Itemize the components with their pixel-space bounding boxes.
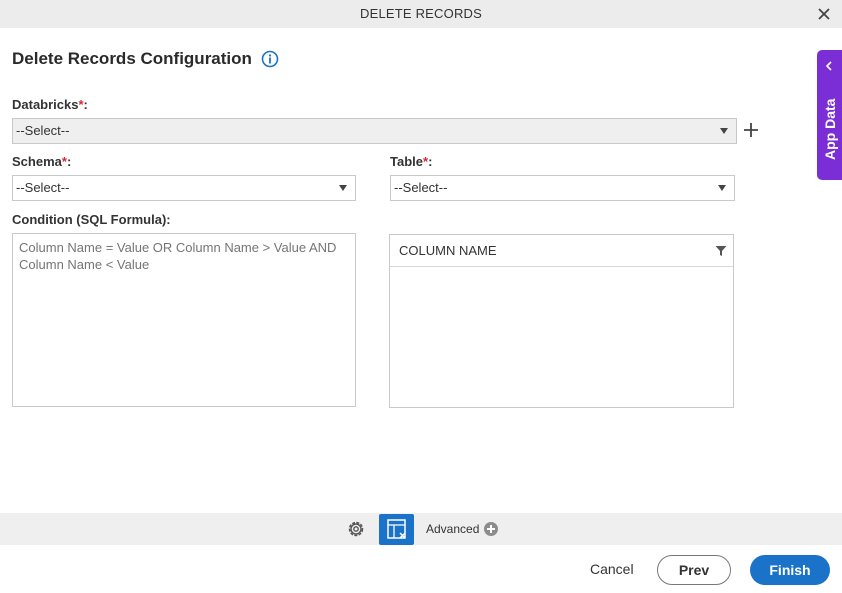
chevron-left-icon: [825, 61, 832, 71]
prev-button[interactable]: Prev: [657, 555, 731, 585]
schema-select-value: --Select--: [16, 180, 70, 195]
label-colon: :: [83, 97, 88, 112]
chevron-down-icon: [720, 128, 728, 134]
delete-records-icon: [387, 519, 406, 539]
page-title: Delete Records Configuration: [12, 49, 279, 69]
dialog-titlebar: DELETE RECORDS: [0, 0, 842, 28]
databricks-label-text: Databricks: [12, 97, 79, 112]
plus-circle-icon: [484, 522, 499, 536]
bottom-toolbar: [0, 513, 842, 545]
advanced-toggle[interactable]: Advanced: [426, 522, 499, 536]
finish-button[interactable]: Finish: [750, 555, 830, 585]
dialog-title: DELETE RECORDS: [360, 6, 482, 21]
condition-label: Condition (SQL Formula):: [12, 212, 171, 227]
gear-icon[interactable]: [346, 519, 366, 539]
chevron-down-icon: [339, 185, 347, 191]
column-name-header-text: COLUMN NAME: [399, 243, 497, 258]
schema-label-text: Schema: [12, 154, 62, 169]
databricks-label: Databricks*:: [12, 97, 88, 112]
delete-records-tool-button[interactable]: [379, 514, 414, 545]
databricks-select[interactable]: --Select--: [12, 118, 737, 144]
page-title-text: Delete Records Configuration: [12, 49, 252, 68]
close-icon[interactable]: [816, 6, 832, 22]
chevron-down-icon: [718, 185, 726, 191]
databricks-select-value: --Select--: [16, 123, 70, 138]
schema-label: Schema*:: [12, 154, 71, 169]
label-colon: :: [428, 154, 433, 169]
cancel-button[interactable]: Cancel: [590, 561, 634, 577]
schema-select[interactable]: --Select--: [12, 175, 356, 201]
app-data-label: App Data: [822, 98, 838, 160]
table-label: Table*:: [390, 154, 432, 169]
table-select[interactable]: --Select--: [390, 175, 735, 201]
advanced-label: Advanced: [426, 522, 480, 536]
table-select-value: --Select--: [394, 180, 448, 195]
column-name-grid[interactable]: COLUMN NAME: [389, 234, 734, 408]
add-icon[interactable]: [742, 121, 760, 139]
column-name-header: COLUMN NAME: [390, 235, 733, 267]
table-label-text: Table: [390, 154, 423, 169]
condition-formula-input[interactable]: [12, 233, 356, 407]
app-data-panel-tab[interactable]: App Data: [817, 50, 842, 180]
label-colon: :: [66, 154, 72, 169]
filter-icon[interactable]: [715, 245, 727, 257]
info-icon[interactable]: [261, 50, 279, 68]
